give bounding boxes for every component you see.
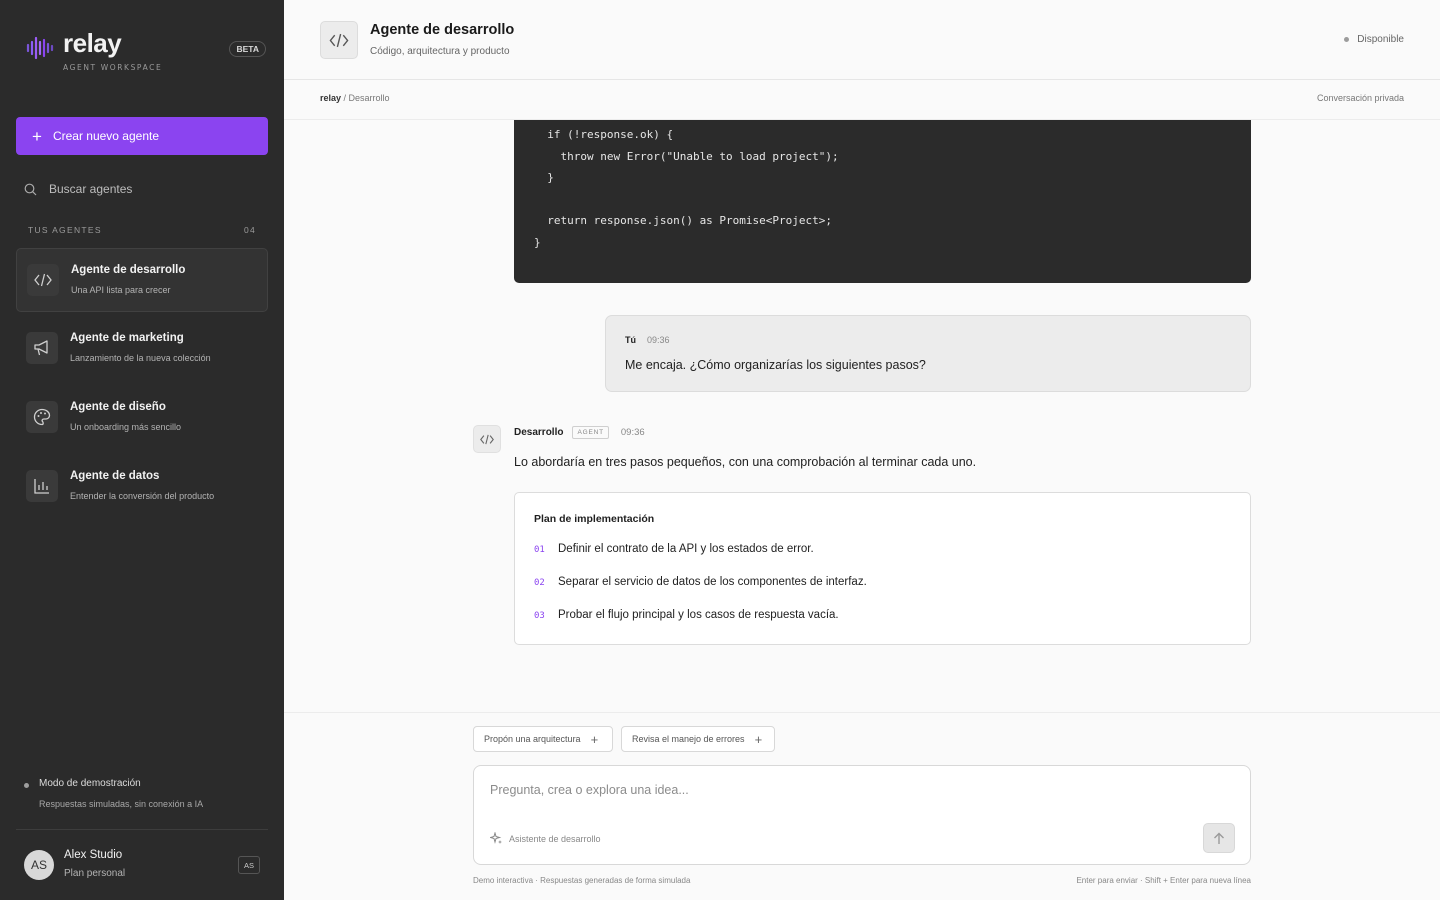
agent-message-meta: Desarrollo AGENT 09:36 [514, 426, 645, 439]
search-icon [24, 183, 37, 195]
plus-icon: + [754, 731, 763, 747]
message-text: Lo abordaría en tres pasos pequeños, con… [514, 455, 977, 469]
code-line: return response.json() as Promise<Projec… [534, 214, 833, 228]
code-line: } [534, 171, 554, 185]
message-time: 09:36 [647, 335, 670, 345]
code-line: } [534, 235, 541, 249]
agent-name: Agente de desarrollo [71, 264, 186, 276]
user-plan: Plan personal [64, 868, 126, 879]
step-text: Probar el flujo principal y los casos de… [558, 609, 839, 621]
page-subtitle: Código, arquitectura y producto [370, 46, 510, 57]
agent-description: Un onboarding más sencillo [70, 422, 182, 432]
agent-description: Entender la conversión del producto [70, 491, 215, 501]
agent-name: Agente de marketing [70, 332, 184, 344]
agent-name: Agente de diseño [70, 401, 166, 413]
assistant-selector[interactable]: Asistente de desarrollo [490, 832, 601, 845]
sidebar: relay AGENT WORKSPACE BETA + Crear nuevo… [0, 0, 284, 900]
user-initials-chip[interactable]: AS [238, 856, 260, 874]
privacy-label: Conversación privada [1316, 93, 1404, 103]
message-input[interactable] [490, 783, 1190, 797]
message-author: Tú [625, 335, 636, 345]
agent-name: Agente de datos [70, 470, 160, 482]
message-box: Asistente de desarrollo [473, 765, 1251, 865]
status-label: Disponible [1357, 34, 1404, 45]
code-line: if (!response.ok) { [534, 128, 674, 141]
breadcrumb-current: / Desarrollo [341, 93, 390, 103]
sidebar-item-data[interactable]: Agente de datos Entender la conversión d… [16, 455, 268, 519]
chat-thread[interactable]: if (!response.ok) { throw new Error("Una… [284, 120, 1440, 712]
bar-chart-icon [26, 470, 58, 502]
arrow-up-icon [1214, 832, 1224, 844]
beta-badge: BETA [229, 41, 266, 57]
breadcrumb-root[interactable]: relay [320, 93, 341, 103]
code-icon [27, 264, 59, 296]
implementation-plan-card: Plan de implementación 01 Definir el con… [514, 492, 1251, 645]
sidebar-item-development[interactable]: Agente de desarrollo Una API lista para … [16, 248, 268, 312]
breadcrumb-bar: relay / Desarrollo Conversación privada [284, 80, 1440, 120]
user-name: Alex Studio [64, 849, 123, 861]
section-label: TUS AGENTES [28, 225, 102, 235]
plan-step: 02 Separar el servicio de datos de los c… [534, 576, 867, 588]
suggestion-chip[interactable]: Propón una arquitectura + [473, 726, 613, 752]
sparkle-icon [490, 832, 502, 844]
status-dot-icon [1344, 37, 1350, 42]
page-title: Agente de desarrollo [370, 22, 515, 38]
composer: Propón una arquitectura + Revisa el mane… [284, 712, 1440, 900]
divider [16, 829, 268, 830]
message-time: 09:36 [620, 427, 645, 438]
plus-icon: + [32, 126, 42, 146]
send-button[interactable] [1203, 823, 1235, 853]
code-icon [320, 21, 358, 59]
code-block: if (!response.ok) { throw new Error("Una… [514, 120, 1251, 283]
agent-badge: AGENT [572, 426, 609, 439]
step-text: Separar el servicio de datos de los comp… [558, 576, 867, 588]
sidebar-item-design[interactable]: Agente de diseño Un onboarding más senci… [16, 386, 268, 450]
agents-count: 04 [243, 225, 256, 235]
agent-description: Una API lista para crecer [71, 285, 171, 295]
plan-step: 01 Definir el contrato de la API y los e… [534, 543, 814, 555]
code-icon [473, 425, 501, 453]
breadcrumb: relay / Desarrollo [320, 93, 390, 103]
user-message: Tú 09:36 Me encaja. ¿Cómo organizarías l… [605, 315, 1251, 392]
chat-header: Agente de desarrollo Código, arquitectur… [284, 0, 1440, 80]
message-author: Desarrollo [514, 427, 564, 438]
waveform-logo-icon [26, 36, 54, 60]
code-line: throw new Error("Unable to load project"… [534, 149, 839, 163]
suggestion-chip[interactable]: Revisa el manejo de errores + [621, 726, 775, 752]
brand-subtitle: AGENT WORKSPACE [63, 63, 163, 72]
step-number: 02 [534, 578, 545, 588]
status-indicator: Disponible [1344, 34, 1404, 45]
agent-search[interactable]: Buscar agentes [16, 175, 268, 203]
brand: relay AGENT WORKSPACE BETA [26, 28, 266, 74]
suggestion-label: Revisa el manejo de errores [632, 734, 745, 744]
keyboard-hint: Enter para enviar · Shift + Enter para n… [1076, 876, 1251, 885]
status-dot-icon [24, 783, 29, 788]
search-placeholder: Buscar agentes [49, 182, 133, 196]
agents-section-header: TUS AGENTES 04 [28, 225, 256, 235]
megaphone-icon [26, 332, 58, 364]
avatar: AS [24, 850, 54, 880]
demo-footnote: Demo interactiva · Respuestas generadas … [473, 876, 691, 885]
plan-step: 03 Probar el flujo principal y los casos… [534, 609, 839, 621]
step-number: 03 [534, 611, 545, 621]
palette-icon [26, 401, 58, 433]
new-agent-button[interactable]: + Crear nuevo agente [16, 117, 268, 155]
brand-name: relay [63, 28, 122, 58]
suggestion-label: Propón una arquitectura [484, 734, 581, 744]
user-profile[interactable]: AS Alex Studio Plan personal AS [24, 848, 260, 884]
message-text: Me encaja. ¿Cómo organizarías los siguie… [625, 358, 926, 372]
agent-description: Lanzamiento de la nueva colección [70, 353, 211, 363]
plus-icon: + [590, 731, 599, 747]
demo-description: Respuestas simuladas, sin conexión a IA [39, 799, 204, 809]
assistant-label: Asistente de desarrollo [509, 833, 601, 844]
sidebar-item-marketing[interactable]: Agente de marketing Lanzamiento de la nu… [16, 317, 268, 381]
step-number: 01 [534, 545, 545, 555]
step-text: Definir el contrato de la API y los esta… [558, 543, 814, 555]
new-agent-label: Crear nuevo agente [52, 129, 160, 143]
plan-title: Plan de implementación [534, 513, 655, 525]
demo-title: Modo de demostración [39, 778, 141, 789]
